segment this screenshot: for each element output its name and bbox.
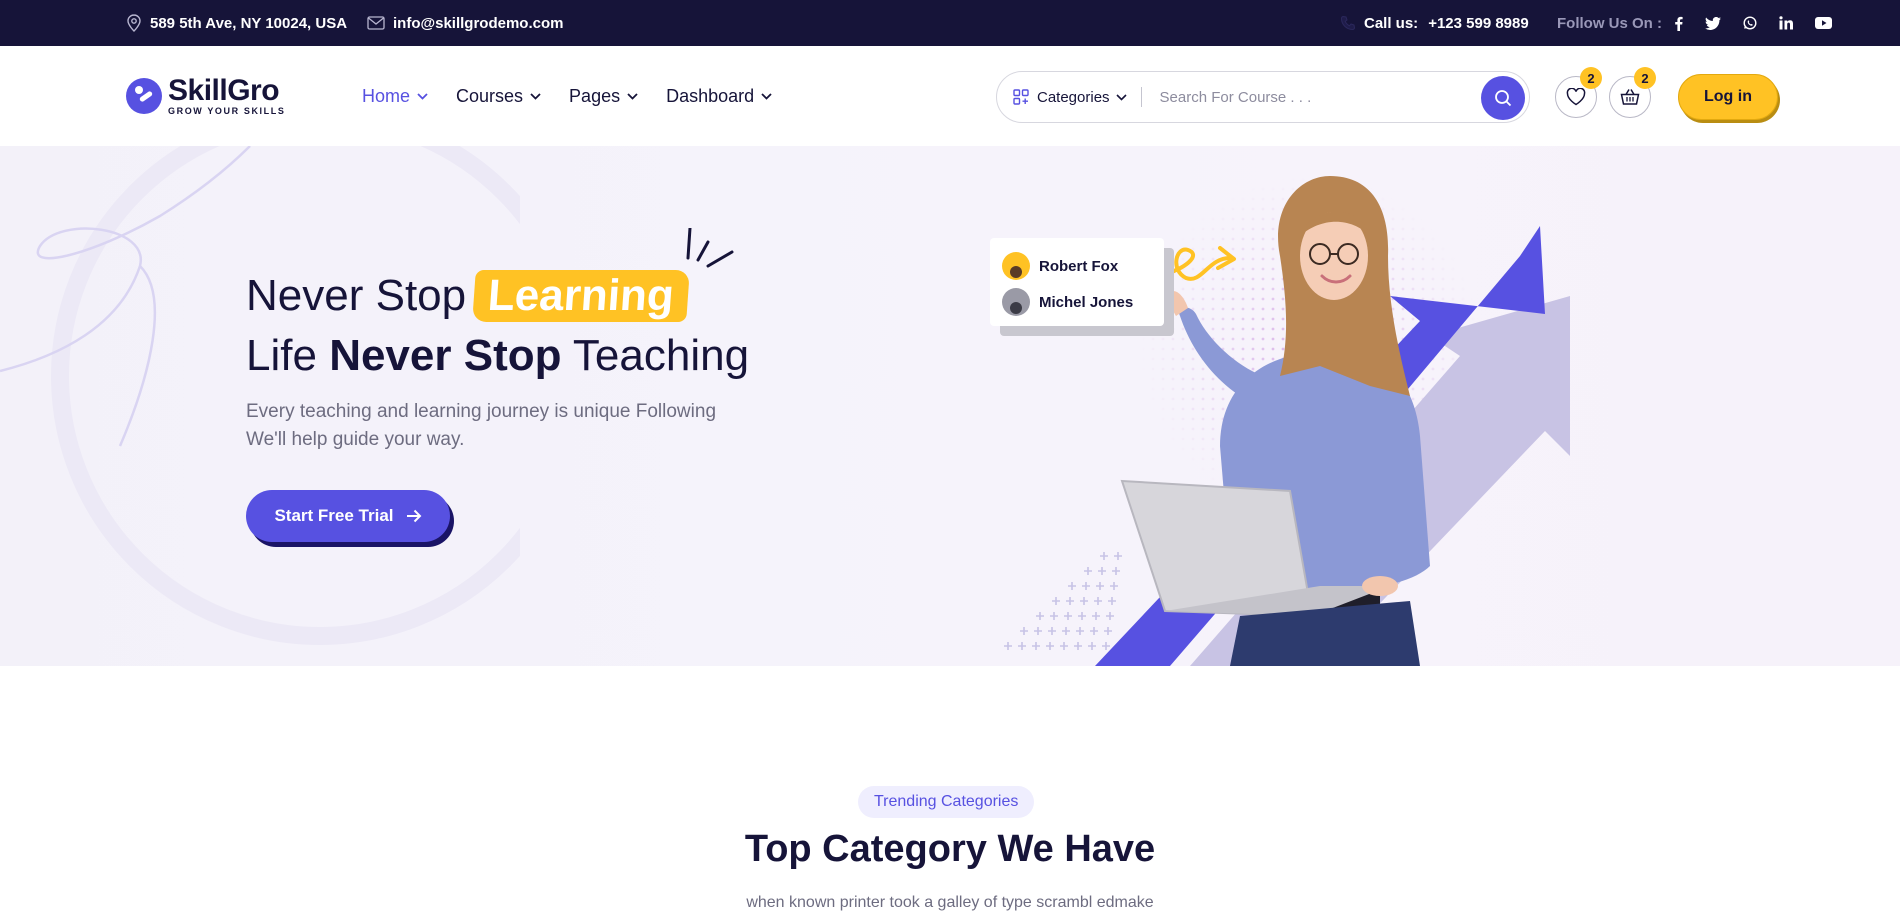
nav-dashboard[interactable]: Dashboard xyxy=(666,86,772,107)
start-free-trial-button[interactable]: Start Free Trial xyxy=(246,490,450,542)
course-search: Categories xyxy=(996,71,1530,123)
logo-text: SkillGro GROW YOUR SKILLS xyxy=(168,74,286,117)
hero-title-line2-part-2: Teaching xyxy=(572,331,750,380)
section-subtitle: when known printer took a galley of type… xyxy=(746,894,1154,911)
facebook-icon[interactable] xyxy=(1674,16,1691,31)
cart-count-badge: 2 xyxy=(1634,67,1656,89)
top-bar: 589 5th Ave, NY 10024, USA info@skillgro… xyxy=(0,0,1900,46)
hero-title-part-1: Never Stop xyxy=(246,271,467,320)
person-name: Robert Fox xyxy=(1039,257,1119,275)
follow-label: Follow Us On : xyxy=(1557,14,1662,32)
nav-dashboard-label: Dashboard xyxy=(666,85,755,106)
logo-mark-icon xyxy=(126,78,162,114)
people-card: Robert Fox Michel Jones xyxy=(990,238,1164,326)
hero-heading-line-1: Never Stop Learning xyxy=(246,266,749,326)
categories-label: Categories xyxy=(1037,88,1110,106)
avatar xyxy=(1002,252,1030,280)
chevron-down-icon xyxy=(627,92,638,100)
heart-icon xyxy=(1566,88,1586,106)
hero-description: Every teaching and learning journey is u… xyxy=(246,401,717,450)
search-button[interactable] xyxy=(1481,76,1525,120)
plus-pattern xyxy=(1004,552,1122,650)
logo-tagline: GROW YOUR SKILLS xyxy=(168,106,286,116)
grid-icon xyxy=(1013,89,1029,105)
cart-button[interactable]: 2 xyxy=(1609,67,1656,118)
section-title: Top Category We Have xyxy=(744,828,1156,870)
categories-dropdown[interactable]: Categories xyxy=(997,72,1127,122)
nav-pages-label: Pages xyxy=(569,85,621,106)
twitter-icon[interactable] xyxy=(1705,16,1729,30)
chevron-down-icon xyxy=(417,92,428,100)
hero-title-line2-part-1: Life xyxy=(246,331,317,380)
site-logo[interactable]: SkillGro GROW YOUR SKILLS xyxy=(126,76,285,116)
wishlist-count-badge: 2 xyxy=(1580,67,1602,89)
search-input[interactable] xyxy=(1159,88,1460,106)
topbar-follow: Follow Us On : xyxy=(1557,0,1840,46)
phone-number[interactable]: +123 599 8989 xyxy=(1428,15,1529,32)
chevron-down-icon xyxy=(761,92,772,100)
person-item: Robert Fox xyxy=(1002,248,1152,284)
topbar-address: 589 5th Ave, NY 10024, USA xyxy=(126,0,347,46)
hero-section: Never Stop Learning Life Never Stop Teach… xyxy=(0,146,1900,666)
basket-icon xyxy=(1620,89,1640,105)
whatsapp-icon[interactable] xyxy=(1743,16,1765,30)
arrow-right-icon xyxy=(406,509,421,523)
chevron-down-icon xyxy=(1115,93,1127,101)
main-header: SkillGro GROW YOUR SKILLS Home Courses P… xyxy=(0,46,1900,146)
hero-title-highlight: Learning xyxy=(472,270,690,322)
logo-name: SkillGro xyxy=(168,74,280,107)
person-item: Michel Jones xyxy=(1002,284,1152,320)
wishlist-button[interactable]: 2 xyxy=(1555,67,1602,118)
hero-heading-line-2: Life Never Stop Teaching xyxy=(246,326,749,386)
chevron-down-icon xyxy=(530,92,541,100)
main-nav: Home Courses Pages Dashboard xyxy=(362,46,772,146)
linkedin-icon[interactable] xyxy=(1779,16,1801,30)
envelope-icon xyxy=(367,16,385,30)
topbar-email[interactable]: info@skillgrodemo.com xyxy=(367,0,563,46)
social-links xyxy=(1674,16,1840,31)
nav-home-label: Home xyxy=(362,85,411,106)
hero-heading: Never Stop Learning Life Never Stop Teach… xyxy=(246,266,749,386)
youtube-icon[interactable] xyxy=(1815,17,1840,29)
location-pin-icon xyxy=(127,14,141,32)
phone-icon xyxy=(1340,15,1356,31)
person-name: Michel Jones xyxy=(1039,293,1134,311)
nav-courses[interactable]: Courses xyxy=(456,86,541,107)
nav-pages[interactable]: Pages xyxy=(569,86,638,107)
email-text[interactable]: info@skillgrodemo.com xyxy=(393,15,563,32)
call-label: Call us: xyxy=(1364,14,1419,32)
search-divider xyxy=(1140,87,1142,107)
hero-title-line2-bold: Never Stop xyxy=(329,331,562,380)
topbar-call[interactable]: Call us: +123 599 8989 xyxy=(1340,0,1529,46)
search-icon xyxy=(1495,90,1512,107)
sparkle-lines-decoration xyxy=(686,228,734,268)
cta-label: Start Free Trial xyxy=(274,506,394,525)
login-button[interactable]: Log in xyxy=(1678,74,1778,120)
trending-categories-pill: Trending Categories xyxy=(858,786,1035,818)
nav-courses-label: Courses xyxy=(456,85,524,106)
hero-illustration xyxy=(1004,166,1570,666)
nav-home[interactable]: Home xyxy=(362,86,428,107)
address-text: 589 5th Ave, NY 10024, USA xyxy=(150,14,348,32)
avatar xyxy=(1002,288,1030,316)
